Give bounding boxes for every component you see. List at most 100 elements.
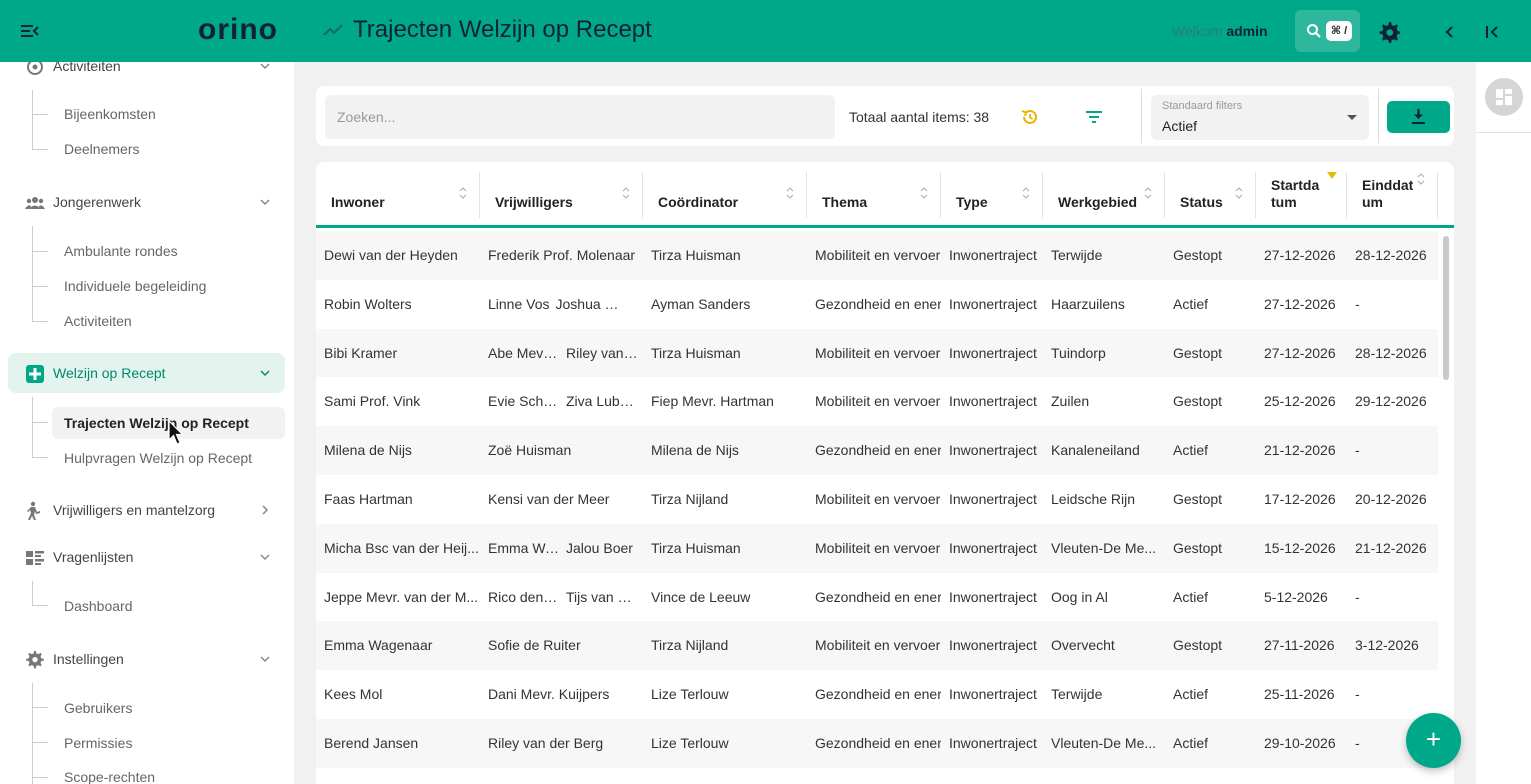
menu-collapse-icon[interactable] bbox=[18, 20, 42, 42]
cell-inwoner: Dewi van der Heyden bbox=[324, 247, 458, 263]
volunteer-name: Riley van der Berg bbox=[488, 734, 604, 751]
plus-icon: + bbox=[1425, 724, 1442, 754]
volunteer-name: Emma Wa... bbox=[488, 539, 560, 556]
column-header-type[interactable]: Type bbox=[941, 162, 1043, 228]
standard-filters-select[interactable]: Standaard filters Actief bbox=[1151, 95, 1369, 140]
sidebar-group-vrijwilligers-en-mantelzorg[interactable]: Vrijwilligers en mantelzorg bbox=[8, 490, 285, 530]
cell-inwoner: Jeppe Mevr. van der M... bbox=[324, 588, 479, 605]
cell-eind: - bbox=[1355, 588, 1360, 605]
cell-eind: - bbox=[1355, 686, 1360, 703]
sidebar-item-scope-rechten[interactable]: Scope-rechten bbox=[52, 761, 285, 784]
cell-inwoner: Berend Jansen bbox=[324, 734, 419, 751]
table-row[interactable]: Robin Wolters Linne Vos Joshua Ms... Ayman … bbox=[316, 280, 1438, 329]
table-row[interactable]: Milena de Nijs Zoë Huisman Milena de Nijs G… bbox=[316, 426, 1438, 475]
sidebar-item-ambulante-rondes[interactable]: Ambulante rondes bbox=[52, 235, 285, 267]
table-row[interactable]: Dewi van der Heyden Frederik Prof. Molena… bbox=[316, 231, 1438, 280]
cell-status: Actief bbox=[1173, 734, 1209, 751]
tree-tick bbox=[32, 149, 48, 150]
widgets-button[interactable] bbox=[1485, 78, 1523, 116]
volunteer-name: Jalou Boer bbox=[566, 539, 633, 556]
table-row[interactable]: Kees Mol Dani Mevr. Kuijpers Lize Terlouw G… bbox=[316, 670, 1438, 719]
sidebar-item-label: Trajecten Welzijn op Recept bbox=[64, 415, 249, 431]
table-row[interactable]: Sami Prof. Vink Evie Schip... Ziva Lubb...… bbox=[316, 377, 1438, 426]
download-button[interactable] bbox=[1387, 101, 1450, 133]
sidebar-item-individuele-begeleiding[interactable]: Individuele begeleiding bbox=[52, 270, 285, 302]
column-separator bbox=[1437, 172, 1438, 218]
filter-icon[interactable] bbox=[1084, 108, 1104, 126]
sidebar-group-vragenlijsten[interactable]: Vragenlijsten bbox=[8, 537, 285, 577]
cell-thema: Mobiliteit en vervoer bbox=[815, 247, 941, 263]
page-title: Trajecten Welzijn op Recept bbox=[353, 16, 652, 43]
sidebar-item-deelnemers[interactable]: Deelnemers bbox=[52, 133, 285, 165]
table-header: Inwoner Vrijwilligers Coördinator Thema … bbox=[316, 162, 1454, 228]
standard-filters-label: Standaard filters bbox=[1162, 100, 1243, 112]
cell-coordinator: Tirza Huisman bbox=[651, 344, 741, 361]
global-search-button[interactable]: ⌘ / bbox=[1295, 10, 1360, 52]
chevron-down-icon bbox=[260, 199, 270, 206]
cell-coordinator: Ayman Sanders bbox=[651, 295, 751, 312]
column-header-status[interactable]: Status bbox=[1165, 162, 1256, 228]
column-header-inwoner[interactable]: Inwoner bbox=[316, 162, 480, 228]
column-header-startdatum[interactable]: Startda tum bbox=[1256, 162, 1347, 228]
cell-inwoner: Emma Wagenaar bbox=[324, 637, 433, 654]
column-header-werkgebied[interactable]: Werkgebied bbox=[1043, 162, 1165, 228]
table-row[interactable]: Faas Hartman Kensi van der Meer Tirza Nijl… bbox=[316, 475, 1438, 524]
cell-coordinator: Lize Terlouw bbox=[651, 734, 729, 751]
sidebar-group-activiteiten[interactable]: Activiteiten bbox=[8, 62, 285, 86]
tree-tick bbox=[32, 742, 48, 743]
sort-icon bbox=[622, 187, 630, 199]
sidebar-group-instellingen[interactable]: Instellingen bbox=[8, 639, 285, 679]
sidebar-item-permissies[interactable]: Permissies bbox=[52, 727, 285, 759]
sidebar-item-hulpvragen-welzijn-op-recept[interactable]: Hulpvragen Welzijn op Recept bbox=[52, 442, 285, 474]
cell-eind: 28-12-2026 bbox=[1355, 344, 1427, 361]
settings-gear-icon[interactable] bbox=[1377, 20, 1401, 44]
activity-icon bbox=[27, 62, 43, 75]
sidebar-group-jongerenwerk[interactable]: Jongerenwerk bbox=[8, 182, 285, 222]
cell-status: Gestopt bbox=[1173, 539, 1223, 556]
sidebar-group-label: Vrijwilligers en mantelzorg bbox=[53, 502, 216, 518]
standard-filters-value: Actief bbox=[1162, 118, 1198, 134]
cell-coordinator: Lize Terlouw bbox=[651, 686, 729, 703]
column-header-einddatum[interactable]: Einddat um bbox=[1347, 162, 1438, 228]
column-header-thema[interactable]: Thema bbox=[807, 162, 941, 228]
sidebar-item-dashboard[interactable]: Dashboard bbox=[52, 590, 285, 622]
scrollbar-thumb[interactable] bbox=[1443, 236, 1449, 380]
add-traject-button[interactable]: + bbox=[1406, 713, 1461, 768]
collapse-panel-icon[interactable] bbox=[1483, 22, 1503, 42]
cell-start: 25-11-2026 bbox=[1264, 686, 1335, 703]
cell-vrijwilligers: Dani Mevr. Kuijpers bbox=[480, 670, 643, 719]
sidebar-group-welzijn-op-recept[interactable]: Welzijn op Recept bbox=[8, 353, 285, 393]
tree-tick bbox=[32, 457, 48, 458]
tree-line bbox=[32, 90, 33, 150]
app-logo[interactable]: orino bbox=[198, 13, 278, 47]
sidebar-item-label: Deelnemers bbox=[64, 141, 140, 157]
cell-werkgebied: Kanaleneiland bbox=[1051, 442, 1140, 459]
volunteer-name: Frederik Prof. Molenaar bbox=[488, 247, 636, 263]
table-scrollbar[interactable] bbox=[1440, 232, 1452, 784]
table-row[interactable]: Micha Bsc van der Heij... Emma Wa... Jalou… bbox=[316, 523, 1438, 573]
sidebar-item-gebruikers[interactable]: Gebruikers bbox=[52, 692, 285, 724]
search-input[interactable] bbox=[325, 95, 835, 139]
table-row[interactable]: Emma Wagenaar Sofie de Ruiter Tirza Nijlan… bbox=[316, 621, 1438, 671]
volunteer-name: Riley van ... bbox=[566, 344, 638, 361]
cell-inwoner: Milena de Nijs bbox=[324, 442, 412, 459]
sidebar-item-bijeenkomsten[interactable]: Bijeenkomsten bbox=[52, 98, 285, 130]
table-row[interactable]: Jeppe Mevr. van der M... Rico den A... Tij… bbox=[316, 573, 1438, 622]
chevron-down-icon bbox=[260, 554, 270, 561]
column-header-vrijwilligers[interactable]: Vrijwilligers bbox=[480, 162, 643, 228]
tree-tick bbox=[32, 605, 48, 606]
sidebar-item-activiteiten[interactable]: Activiteiten bbox=[52, 305, 285, 337]
table-row[interactable]: Berend Jansen Riley van der Berg Lize Terl… bbox=[316, 718, 1438, 768]
column-header-coordinator[interactable]: Coördinator bbox=[643, 162, 807, 228]
chevron-down-icon bbox=[260, 656, 270, 663]
volunteer-icon bbox=[27, 501, 40, 520]
cell-inwoner: Bibi Kramer bbox=[324, 344, 398, 361]
cell-start: 17-12-2026 bbox=[1264, 490, 1336, 507]
mouse-pointer-icon bbox=[168, 420, 184, 445]
table-row[interactable]: Bibi Kramer Abe Mevr. ... Riley van ... Tir… bbox=[316, 328, 1438, 378]
reset-history-icon[interactable] bbox=[1020, 107, 1040, 127]
tree-tick bbox=[32, 114, 48, 115]
chevron-left-icon[interactable] bbox=[1440, 22, 1460, 42]
cell-type: Inwonertraject bbox=[949, 247, 1037, 263]
cell-start: 5-12-2026 bbox=[1264, 588, 1328, 605]
